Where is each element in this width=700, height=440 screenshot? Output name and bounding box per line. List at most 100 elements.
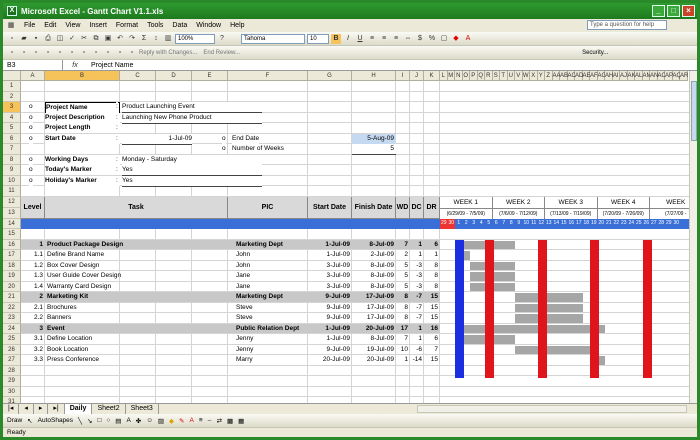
- column-header[interactable]: M: [447, 71, 455, 81]
- column-header[interactable]: H: [352, 71, 396, 81]
- row-header[interactable]: 16: [3, 239, 21, 250]
- column-header[interactable]: Y: [537, 71, 545, 81]
- end-date-radio[interactable]: o: [222, 133, 226, 144]
- task-name[interactable]: Press Conference: [47, 355, 226, 365]
- task-dr[interactable]: 15: [424, 292, 438, 302]
- scroll-thumb[interactable]: [691, 81, 697, 141]
- font-color-icon[interactable]: A: [463, 34, 473, 44]
- row-header[interactable]: 18: [3, 260, 21, 271]
- column-header[interactable]: I: [396, 71, 410, 81]
- task-start[interactable]: 3-Jul-09: [308, 271, 350, 281]
- select-all-corner[interactable]: [3, 71, 21, 81]
- help-icon[interactable]: ?: [217, 34, 227, 44]
- task-dr[interactable]: 15: [424, 355, 438, 365]
- task-start[interactable]: 1-Jul-09: [308, 324, 350, 334]
- row-header[interactable]: 25: [3, 334, 21, 345]
- task-pic[interactable]: Marketing Dept: [236, 292, 308, 302]
- row-header[interactable]: 27: [3, 355, 21, 366]
- tab-sheet3[interactable]: Sheet3: [126, 404, 159, 414]
- sort-icon[interactable]: ↕: [151, 34, 161, 44]
- align-left-icon[interactable]: ≡: [367, 34, 377, 44]
- task-dr[interactable]: 1: [424, 250, 438, 260]
- task-pic[interactable]: John: [236, 261, 308, 271]
- task-level[interactable]: 1.3: [21, 271, 43, 281]
- menu-format[interactable]: Format: [116, 22, 138, 29]
- task-dc[interactable]: -6: [410, 345, 422, 355]
- task-dc[interactable]: -14: [410, 355, 422, 365]
- currency-icon[interactable]: $: [415, 34, 425, 44]
- row-header[interactable]: 1: [3, 81, 21, 92]
- gantt-bar[interactable]: [515, 314, 583, 323]
- task-level[interactable]: 2.2: [21, 313, 43, 323]
- review-icon-6[interactable]: ▫: [67, 48, 77, 58]
- draw-menu[interactable]: Draw: [7, 417, 22, 424]
- tab-next-icon[interactable]: ▸: [34, 404, 49, 414]
- end-review-button[interactable]: End Review...: [203, 50, 240, 56]
- column-header[interactable]: A: [21, 71, 45, 81]
- task-dc[interactable]: -3: [410, 271, 422, 281]
- chart-icon[interactable]: ▥: [163, 34, 173, 44]
- column-header[interactable]: AH: [605, 71, 613, 81]
- task-wd[interactable]: 17: [396, 324, 408, 334]
- task-dr[interactable]: 7: [424, 345, 438, 355]
- task-dc[interactable]: -7: [410, 292, 422, 302]
- task-dr[interactable]: 8: [424, 282, 438, 292]
- menu-edit[interactable]: Edit: [44, 22, 56, 29]
- menu-window[interactable]: Window: [196, 22, 221, 29]
- row-header[interactable]: 12: [3, 196, 21, 208]
- column-header[interactable]: E: [192, 71, 228, 81]
- row-header[interactable]: 30: [3, 386, 21, 397]
- formula-input[interactable]: Project Name: [87, 62, 133, 69]
- column-header[interactable]: AD: [575, 71, 583, 81]
- task-level[interactable]: 1.2: [21, 261, 43, 271]
- row-header[interactable]: 15: [3, 229, 21, 240]
- column-header[interactable]: AO: [657, 71, 666, 81]
- align-center-icon[interactable]: ≡: [379, 34, 389, 44]
- info-value-working_days[interactable]: Monday - Saturday: [122, 154, 262, 166]
- security-button[interactable]: Security...: [582, 50, 608, 56]
- column-header[interactable]: AL: [635, 71, 643, 81]
- wordart-icon[interactable]: A: [126, 417, 130, 424]
- task-finish[interactable]: 20-Jul-09: [352, 324, 394, 334]
- column-header[interactable]: AJ: [620, 71, 628, 81]
- column-header[interactable]: AC: [567, 71, 576, 81]
- task-start[interactable]: 1-Jul-09: [308, 240, 350, 250]
- task-level[interactable]: 3.1: [21, 334, 43, 344]
- picture-icon[interactable]: ▨: [158, 417, 164, 425]
- task-name[interactable]: Box Cover Design: [47, 261, 226, 271]
- open-icon[interactable]: ▰: [19, 34, 29, 44]
- task-pic[interactable]: John: [236, 250, 308, 260]
- draw-font-color-icon[interactable]: A: [190, 417, 194, 424]
- task-pic[interactable]: Steve: [236, 303, 308, 313]
- task-finish[interactable]: 8-Jul-09: [352, 240, 394, 250]
- line-color-icon[interactable]: ✎: [179, 417, 184, 425]
- task-pic[interactable]: Jenny: [236, 334, 308, 344]
- review-icon-3[interactable]: ▫: [31, 48, 41, 58]
- row-header[interactable]: 4: [3, 112, 21, 123]
- task-wd[interactable]: 5: [396, 261, 408, 271]
- task-finish[interactable]: 8-Jul-09: [352, 261, 394, 271]
- percent-icon[interactable]: %: [427, 34, 437, 44]
- draw-fill-color-icon[interactable]: ◆: [169, 417, 174, 425]
- review-icon-2[interactable]: ▫: [19, 48, 29, 58]
- task-name[interactable]: Define Brand Name: [47, 250, 226, 260]
- row-header[interactable]: 10: [3, 175, 21, 186]
- row-header[interactable]: 24: [3, 323, 21, 334]
- task-wd[interactable]: 2: [396, 250, 408, 260]
- task-dc[interactable]: 1: [410, 250, 422, 260]
- review-icon-10[interactable]: ▫: [115, 48, 125, 58]
- preview-icon[interactable]: ◫: [55, 34, 65, 44]
- task-dc[interactable]: -3: [410, 282, 422, 292]
- task-start[interactable]: 3-Jul-09: [308, 282, 350, 292]
- task-finish[interactable]: 17-Jul-09: [352, 303, 394, 313]
- textbox-icon[interactable]: ▤: [115, 417, 121, 425]
- column-header[interactable]: AP: [665, 71, 673, 81]
- fx-icon[interactable]: fx: [63, 62, 87, 69]
- print-icon[interactable]: ⎙: [43, 34, 53, 44]
- merge-icon[interactable]: ⇔: [403, 34, 413, 44]
- align-right-icon[interactable]: ≡: [391, 34, 401, 44]
- font-select[interactable]: Tahoma: [241, 33, 305, 44]
- review-icon-5[interactable]: ▫: [55, 48, 65, 58]
- underline-icon[interactable]: U: [355, 34, 365, 44]
- column-header[interactable]: L: [440, 71, 448, 81]
